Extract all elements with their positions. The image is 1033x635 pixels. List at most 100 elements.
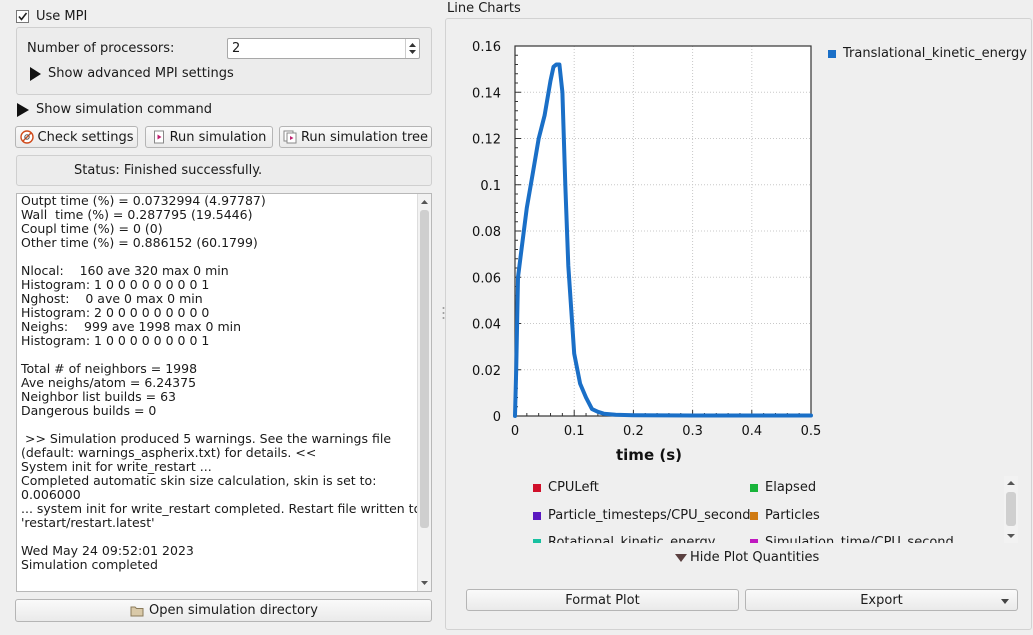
scroll-down-icon[interactable]: [1004, 531, 1018, 541]
legend-label: Translational_kinetic_energy: [843, 46, 1027, 61]
export-dropdown[interactable]: Export: [745, 589, 1018, 611]
line-charts-title: Line Charts: [447, 1, 521, 16]
run-simulation-tree-button[interactable]: Run simulation tree: [279, 126, 432, 148]
show-command-label: Show simulation command: [36, 102, 212, 117]
spin-arrows-icon: [409, 43, 416, 54]
processors-spinbox[interactable]: 2: [227, 38, 420, 59]
x-tick-label: 0.5: [801, 424, 822, 439]
log-line: Histogram: 1 0 0 0 0 0 0 0 0 1: [21, 333, 210, 348]
run-simulation-button[interactable]: Run simulation: [145, 126, 273, 148]
quantity-item[interactable]: CPULeft: [533, 480, 599, 495]
y-tick-label: 0.14: [472, 86, 501, 101]
checkmark-icon: [18, 12, 28, 21]
run-simulation-label: Run simulation: [169, 129, 267, 145]
y-tick-label: 0.16: [472, 40, 501, 55]
y-tick-label: 0.1: [480, 179, 501, 194]
quantity-swatch: [750, 483, 758, 492]
quantity-label: Particles: [765, 508, 820, 523]
log-line: ... system init for write_restart comple…: [21, 501, 422, 516]
quantity-item[interactable]: Particles: [750, 508, 820, 523]
log-line: 'restart/restart.latest': [21, 515, 155, 530]
open-directory-label: Open simulation directory: [149, 603, 318, 618]
quantity-item[interactable]: Elapsed: [750, 480, 816, 495]
log-line: Ave neighs/atom = 6.24375: [21, 375, 197, 390]
quantity-swatch: [750, 538, 758, 543]
line-chart[interactable]: 0 0.1 0.2 0.3 0.4 0.5 0 0.02 0.04 0.06 0.08 0.1 0.12…: [446, 19, 1031, 469]
scroll-down-icon[interactable]: [418, 577, 431, 589]
hide-quantities-toggle[interactable]: Hide Plot Quantities: [675, 550, 819, 565]
log-line: 0.006000: [21, 487, 81, 502]
log-line: Completed automatic skin size calculatio…: [21, 473, 377, 488]
log-line: System init for write_restart ...: [21, 459, 212, 474]
quantities-scroll-thumb[interactable]: [1006, 492, 1016, 526]
x-tick-label: 0.3: [682, 424, 703, 439]
log-line: Dangerous builds = 0: [21, 403, 157, 418]
simulation-log[interactable]: Outpt time (%) = 0.0732994 (4.97787) Wall…: [16, 193, 432, 592]
use-mpi-checkbox[interactable]: [16, 10, 29, 23]
check-settings-icon: [19, 130, 34, 144]
legend-item: Translational_kinetic_energy: [828, 46, 1027, 61]
log-line: Neighbor list builds = 63: [21, 389, 176, 404]
log-line: Nghost: 0 ave 0 max 0 min: [21, 291, 203, 306]
log-scroll-thumb[interactable]: [420, 210, 429, 528]
y-tick-label: 0.04: [472, 318, 501, 333]
quantity-item[interactable]: Simulation_time/CPU_second: [750, 535, 954, 543]
expand-arrow-icon: [17, 102, 29, 117]
run-icon: [153, 130, 164, 144]
log-line: Coupl time (%) = 0 (0): [21, 221, 163, 236]
log-lines: Outpt time (%) = 0.0732994 (4.97787) Wall…: [21, 193, 422, 572]
x-tick-label: 0.1: [564, 424, 585, 439]
x-tick-label: 0: [511, 424, 519, 439]
log-line: Histogram: 2 0 0 0 0 0 0 0 0 0: [21, 305, 210, 320]
log-line: Total # of neighbors = 1998: [21, 361, 198, 376]
log-line: Nlocal: 160 ave 320 max 0 min: [21, 263, 229, 278]
y-tick-label: 0.08: [472, 225, 501, 240]
quantity-label: Simulation_time/CPU_second: [765, 535, 954, 543]
log-line: >> Simulation produced 5 warnings. See t…: [21, 431, 392, 446]
status-text: Status: Finished successfully.: [74, 163, 263, 178]
format-plot-button[interactable]: Format Plot: [466, 589, 739, 611]
log-line: Simulation completed: [21, 557, 158, 572]
check-settings-button[interactable]: Check settings: [15, 126, 138, 148]
hide-quantities-label: Hide Plot Quantities: [690, 550, 820, 565]
open-directory-button[interactable]: Open simulation directory: [15, 599, 432, 622]
show-command-toggle[interactable]: Show simulation command: [17, 102, 212, 117]
spin-buttons[interactable]: [405, 39, 419, 58]
use-mpi-label: Use MPI: [36, 9, 88, 24]
chevron-down-icon: [1001, 599, 1009, 604]
quantities-scrollbar[interactable]: [1004, 476, 1018, 543]
quantity-swatch: [533, 538, 541, 543]
quantity-swatch: [533, 511, 541, 520]
run-simulation-tree-label: Run simulation tree: [300, 129, 429, 145]
quantity-label: Particle_timesteps/CPU_second: [548, 508, 751, 523]
log-line: (default: warnings_aspherix.txt) for det…: [21, 445, 317, 460]
scroll-up-icon[interactable]: [1004, 478, 1018, 488]
y-tick-label: 0.06: [472, 271, 501, 286]
y-tick-label: 0.02: [472, 364, 501, 379]
y-tick-label: 0: [493, 410, 501, 425]
advanced-mpi-toggle[interactable]: Show advanced MPI settings: [30, 66, 234, 81]
processors-value: 2: [232, 41, 241, 56]
expand-arrow-icon: [30, 66, 41, 81]
quantity-label: Elapsed: [765, 480, 817, 495]
format-plot-label: Format Plot: [565, 592, 640, 608]
quantity-label: CPULeft: [548, 480, 599, 495]
quantity-item[interactable]: Rotational_kinetic_energy: [533, 535, 715, 543]
y-tick-label: 0.12: [472, 133, 501, 148]
log-line: Histogram: 1 0 0 0 0 0 0 0 0 1: [21, 277, 210, 292]
log-line: Outpt time (%) = 0.0732994 (4.97787): [21, 193, 266, 208]
scroll-up-icon[interactable]: [418, 196, 431, 208]
quantity-label: Rotational_kinetic_energy: [548, 535, 716, 543]
log-line: Wall time (%) = 0.287795 (19.5446): [21, 207, 253, 222]
quantity-swatch: [533, 483, 541, 492]
advanced-mpi-label: Show advanced MPI settings: [48, 66, 234, 81]
legend-swatch: [828, 49, 836, 58]
quantity-item[interactable]: Particle_timesteps/CPU_second: [533, 508, 750, 523]
plot-quantities-list[interactable]: CPULeft Elapsed Particle_timesteps/CPU_s…: [465, 476, 1017, 543]
log-line: Wed May 24 09:52:01 2023: [21, 543, 194, 558]
check-settings-label: Check settings: [37, 129, 134, 145]
log-scrollbar[interactable]: [417, 194, 431, 591]
